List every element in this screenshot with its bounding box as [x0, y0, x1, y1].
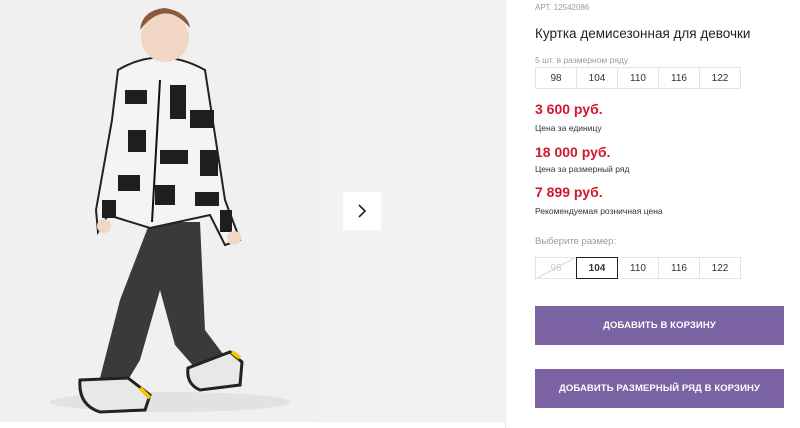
- size-option-104[interactable]: 104: [576, 257, 618, 279]
- retail-price: 7 899 руб.: [535, 184, 603, 200]
- pack-size-label: 5 шт. в размерном ряду: [535, 55, 629, 65]
- article-number: АРТ. 12542086: [535, 3, 590, 12]
- unit-price: 3 600 руб.: [535, 101, 603, 117]
- child-in-jacket-image: [50, 8, 290, 414]
- product-gallery: [0, 0, 505, 428]
- add-size-row-button[interactable]: ДОБАВИТЬ РАЗМЕРНЫЙ РЯД В КОРЗИНУ: [535, 369, 784, 408]
- size-picker: 98 104 110 116 122: [535, 257, 741, 279]
- row-price: 18 000 руб.: [535, 144, 611, 160]
- pack-size-cell: 122: [699, 67, 741, 89]
- size-picker-label: Выберите размер:: [535, 236, 617, 247]
- size-option-116[interactable]: 116: [658, 257, 700, 279]
- row-price-label: Цена за размерный ряд: [535, 164, 630, 174]
- product-title: Куртка демисезонная для девочки: [535, 26, 751, 41]
- chevron-right-icon: [358, 204, 367, 218]
- product-photo[interactable]: [0, 0, 318, 422]
- add-to-cart-button[interactable]: ДОБАВИТЬ В КОРЗИНУ: [535, 306, 784, 345]
- pack-sizes-row: 98 104 110 116 122: [535, 67, 741, 89]
- pack-size-cell: 110: [617, 67, 659, 89]
- gallery-next-button[interactable]: [343, 192, 381, 230]
- retail-price-label: Рекомендуемая розничная цена: [535, 206, 663, 216]
- product-info-panel: АРТ. 12542086 Куртка демисезонная для де…: [535, 0, 790, 428]
- panel-divider: [505, 0, 506, 428]
- size-option-110[interactable]: 110: [617, 257, 659, 279]
- pack-size-cell: 116: [658, 67, 700, 89]
- pack-size-cell: 98: [535, 67, 577, 89]
- pack-size-cell: 104: [576, 67, 618, 89]
- size-option-98: 98: [535, 257, 577, 279]
- unit-price-label: Цена за единицу: [535, 123, 602, 133]
- size-option-122[interactable]: 122: [699, 257, 741, 279]
